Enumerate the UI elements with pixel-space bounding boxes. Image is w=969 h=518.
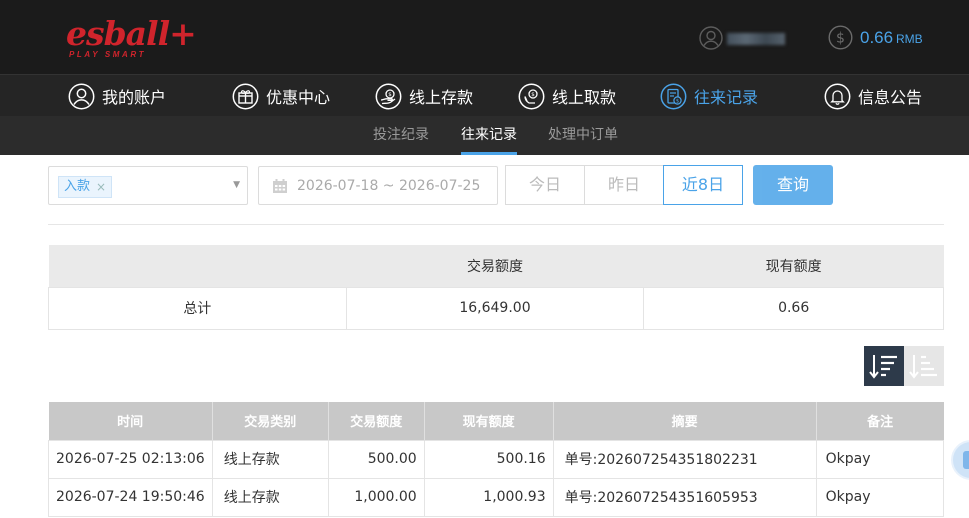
range-today-button[interactable]: 今日 bbox=[505, 165, 585, 205]
cell-amount: 1,000.00 bbox=[327, 477, 425, 517]
summary-current-balance: 0.66 bbox=[643, 286, 944, 330]
cell-time: 2026-07-25 02:13:06 bbox=[48, 439, 213, 479]
cell-amount: 500.00 bbox=[327, 439, 425, 479]
type-tag-label: 入款 bbox=[64, 179, 91, 194]
bell-icon bbox=[824, 83, 851, 109]
sub-tab-pending-orders[interactable]: 处理中订单 bbox=[548, 116, 618, 155]
cell-type: 线上存款 bbox=[211, 477, 329, 517]
column-header-balance[interactable]: 现有额度 bbox=[424, 402, 554, 440]
user-account[interactable] bbox=[699, 26, 789, 52]
logo-tagline: PLAY SMART bbox=[69, 50, 147, 59]
date-range-picker[interactable]: 2026-07-18 ~ 2026-07-25 bbox=[258, 166, 498, 205]
range-last-8-days-button[interactable]: 近8日 bbox=[663, 165, 743, 205]
column-header-amount[interactable]: 交易额度 bbox=[328, 402, 425, 440]
summary-table: 交易额度 现有额度 总计 16,649.00 0.66 bbox=[48, 245, 944, 330]
records-header-row: 时间 交易类别 交易额度 现有额度 摘要 备注 bbox=[48, 402, 944, 440]
column-header-summary[interactable]: 摘要 bbox=[553, 402, 817, 440]
remove-tag-icon[interactable]: × bbox=[96, 177, 106, 197]
table-row[interactable]: 2026-07-24 19:50:46 线上存款 1,000.00 1,000.… bbox=[48, 477, 945, 517]
nav-item-online-withdraw[interactable]: $ 线上取款 bbox=[518, 75, 616, 117]
column-header-remark[interactable]: 备注 bbox=[816, 402, 944, 440]
column-header-time[interactable]: 时间 bbox=[48, 402, 213, 440]
deposit-icon: $ bbox=[375, 83, 402, 109]
calendar-icon bbox=[273, 178, 287, 193]
records-table: 时间 交易类别 交易额度 现有额度 摘要 备注 2026-07-25 02:13… bbox=[48, 402, 945, 517]
transaction-type-select[interactable]: 入款 × ▼ bbox=[48, 166, 248, 205]
user-avatar-icon bbox=[699, 26, 723, 50]
summary-header-row: 交易额度 现有额度 bbox=[48, 245, 944, 287]
floating-service-button[interactable] bbox=[951, 440, 969, 480]
username-redacted bbox=[727, 33, 785, 45]
logo-wordmark: esball+ bbox=[66, 14, 197, 53]
sort-descending-button[interactable] bbox=[864, 346, 904, 386]
sub-tab-bet-records[interactable]: 投注纪录 bbox=[373, 116, 429, 155]
top-bar: esball+ PLAY SMART $ 0.66 RMB bbox=[0, 0, 969, 74]
dollar-icon: $ bbox=[828, 25, 853, 50]
records-icon: $ bbox=[660, 83, 687, 109]
brand-logo[interactable]: esball+ PLAY SMART bbox=[66, 14, 197, 62]
nav-item-online-deposit[interactable]: $ 线上存款 bbox=[375, 75, 473, 117]
svg-text:$: $ bbox=[676, 98, 679, 104]
type-tag: 入款 × bbox=[58, 176, 113, 198]
balance-currency: RMB bbox=[896, 32, 923, 46]
sort-descending-icon bbox=[869, 355, 897, 379]
gift-icon bbox=[232, 83, 259, 109]
sub-nav: 投注纪录 往来记录 处理中订单 bbox=[0, 116, 969, 155]
summary-total-row: 总计 16,649.00 0.66 bbox=[48, 286, 944, 330]
svg-text:$: $ bbox=[836, 31, 845, 47]
sub-tab-transaction-records[interactable]: 往来记录 bbox=[461, 116, 517, 155]
summary-total-label: 总计 bbox=[48, 286, 347, 330]
nav-label: 信息公告 bbox=[858, 88, 923, 107]
balance-value: 0.66 bbox=[860, 28, 894, 47]
cell-summary: 单号:202607254351605953 bbox=[552, 477, 817, 517]
main-nav: 我的账户 优惠中心 $ 线上存款 $ 线上取款 $ 往来记录 信息公告 bbox=[0, 74, 969, 116]
cell-type: 线上存款 bbox=[211, 439, 329, 479]
sort-ascending-button[interactable] bbox=[904, 346, 944, 386]
nav-label: 线上取款 bbox=[552, 88, 617, 107]
cell-balance: 500.16 bbox=[423, 439, 554, 479]
cell-remark: Okpay bbox=[815, 439, 945, 479]
svg-text:$: $ bbox=[388, 92, 392, 98]
divider bbox=[48, 224, 944, 225]
summary-header-cell bbox=[48, 245, 347, 287]
summary-header-cell: 现有额度 bbox=[643, 245, 944, 287]
nav-item-my-account[interactable]: 我的账户 bbox=[68, 75, 166, 117]
chevron-down-icon: ▼ bbox=[233, 180, 240, 190]
cell-balance: 1,000.93 bbox=[423, 477, 554, 517]
cell-summary: 单号:202607254351802231 bbox=[552, 439, 817, 479]
query-button[interactable]: 查询 bbox=[753, 165, 833, 205]
nav-item-promotions[interactable]: 优惠中心 bbox=[232, 75, 330, 117]
range-yesterday-button[interactable]: 昨日 bbox=[584, 165, 664, 205]
cell-time: 2026-07-24 19:50:46 bbox=[48, 477, 213, 517]
date-range-value: 2026-07-18 ~ 2026-07-25 bbox=[297, 177, 481, 194]
nav-label: 线上存款 bbox=[409, 88, 474, 107]
summary-header-cell: 交易额度 bbox=[346, 245, 644, 287]
nav-label: 往来记录 bbox=[694, 88, 759, 107]
svg-text:$: $ bbox=[531, 92, 535, 98]
summary-total-amount: 16,649.00 bbox=[345, 286, 645, 330]
withdraw-icon: $ bbox=[518, 83, 545, 109]
column-header-type[interactable]: 交易类别 bbox=[212, 402, 329, 440]
table-row[interactable]: 2026-07-25 02:13:06 线上存款 500.00 500.16 单… bbox=[48, 439, 945, 479]
chat-icon bbox=[963, 451, 969, 469]
nav-item-transaction-records[interactable]: $ 往来记录 bbox=[660, 75, 758, 117]
nav-label: 优惠中心 bbox=[266, 88, 331, 107]
user-icon bbox=[68, 83, 95, 109]
sort-ascending-icon bbox=[909, 355, 937, 379]
nav-item-announcements[interactable]: 信息公告 bbox=[824, 75, 922, 117]
cell-remark: Okpay bbox=[815, 477, 945, 517]
nav-label: 我的账户 bbox=[102, 88, 167, 107]
